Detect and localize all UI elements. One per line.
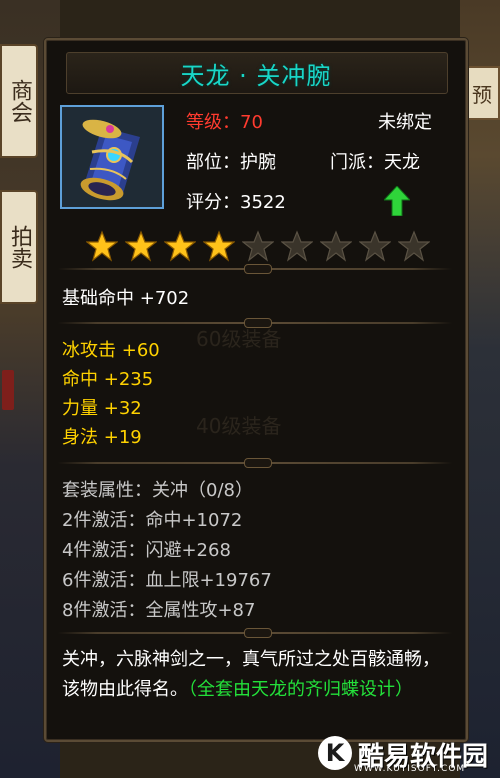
- item-icon-bracer[interactable]: [60, 105, 164, 209]
- stat-name: 冰攻击: [62, 340, 116, 361]
- decor-tassel: [2, 370, 14, 410]
- stat-name: 身法: [62, 427, 98, 448]
- preview-tab-label: 预: [472, 82, 492, 107]
- star-rating: [86, 230, 430, 262]
- stat-value: +32: [103, 398, 142, 419]
- slot-text: 部位：护腕: [186, 152, 276, 173]
- ghost-text: 40级装备: [196, 414, 282, 438]
- item-description: 关冲，六脉神剑之一，真气所过之处百骸通畅，该物由此得名。（全套由天龙的齐归蝶设计…: [62, 645, 450, 705]
- base-stat: 基础命中 +702: [62, 284, 189, 310]
- shop-sign-auction: 拍卖: [0, 190, 38, 304]
- level-value: 70: [240, 112, 263, 133]
- stat-row: 力量 +32: [62, 394, 142, 420]
- set-header: 套装属性：关冲（0/8）: [62, 480, 253, 501]
- star-empty-icon: [281, 230, 313, 262]
- binding-status: 未绑定: [378, 112, 432, 133]
- divider: [58, 264, 452, 274]
- watermark-url: WWW.KUYISOFT.COM: [354, 764, 466, 774]
- stat-row: 身法 +19: [62, 423, 142, 449]
- set-bonus-line: 4件激活：闪避+268: [62, 540, 231, 561]
- set-bonus-line: 6件激活：血上限+19767: [62, 570, 272, 591]
- upgrade-arrow-icon: [384, 186, 410, 216]
- star-filled-icon: [125, 230, 157, 262]
- preview-tab[interactable]: 预: [464, 66, 500, 120]
- star-empty-icon: [359, 230, 391, 262]
- base-stat-value: +702: [139, 288, 190, 309]
- watermark-logo-letter: K: [325, 739, 345, 767]
- stat-name: 命中: [62, 369, 98, 390]
- item-tooltip: 天龙 · 关冲腕 等级：70 未绑定 部位：护腕 门派：天龙 评分：3522 基…: [44, 38, 468, 742]
- shop-sign-text: 拍卖: [7, 225, 32, 269]
- level-label: 等级：: [186, 112, 240, 133]
- stat-row: 命中 +235: [62, 365, 153, 391]
- item-title: 天龙 · 关冲腕: [180, 62, 332, 90]
- shop-sign-merchant: 商会: [0, 44, 38, 158]
- stat-value: +19: [103, 427, 142, 448]
- sect-text: 门派：天龙: [330, 152, 420, 173]
- divider: [58, 628, 452, 638]
- star-filled-icon: [86, 230, 118, 262]
- stat-name: 力量: [62, 398, 98, 419]
- star-empty-icon: [398, 230, 430, 262]
- stat-value: +60: [121, 340, 160, 361]
- bracer-icon: [62, 107, 162, 207]
- set-bonus-line: 8件激活：全属性攻+87: [62, 600, 256, 621]
- star-filled-icon: [203, 230, 235, 262]
- stat-value: +235: [103, 369, 154, 390]
- divider: [58, 458, 452, 468]
- watermark-logo: K: [318, 736, 352, 770]
- ghost-text: 60级装备: [196, 327, 282, 351]
- star-filled-icon: [164, 230, 196, 262]
- level-row: 等级：70: [186, 108, 263, 134]
- star-empty-icon: [320, 230, 352, 262]
- base-stat-name: 基础命中: [62, 288, 134, 309]
- set-bonus-line: 2件激活：命中+1072: [62, 510, 243, 531]
- score-text: 评分：3522: [186, 192, 286, 213]
- star-empty-icon: [242, 230, 274, 262]
- description-set-note: （全套由天龙的齐归蝶设计）: [188, 679, 413, 700]
- shop-sign-text: 商会: [7, 79, 32, 123]
- stat-row: 冰攻击 +60: [62, 336, 160, 362]
